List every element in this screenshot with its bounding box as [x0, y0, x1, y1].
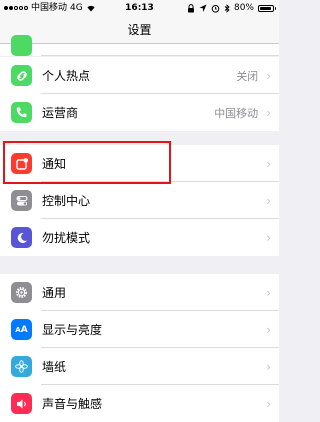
battery-icon: [258, 4, 276, 12]
lock-rotation-icon: [187, 3, 194, 12]
control-center-icon: [11, 190, 32, 211]
chevron-right-icon: ›: [266, 193, 271, 208]
phone-icon: [11, 102, 32, 123]
chevron-right-icon: ›: [266, 68, 271, 83]
settings-row-label: 运营商: [42, 106, 79, 120]
settings-row-sounds[interactable]: 声音与触感 ›: [0, 385, 279, 422]
settings-row-label: 墙纸: [42, 360, 67, 374]
settings-row-display[interactable]: AA 显示与亮度 ›: [0, 311, 279, 348]
partial-settings-row[interactable]: [0, 35, 279, 56]
gear-icon: [11, 282, 32, 303]
settings-row-label: 显示与亮度: [42, 323, 103, 337]
settings-row-do-not-disturb[interactable]: 勿扰模式 ›: [0, 219, 279, 256]
alarm-icon: [211, 4, 220, 13]
status-bar: 中国移动 4G 16:13 80%: [0, 0, 279, 16]
settings-row-carrier[interactable]: 运营商 中国移动 ›: [0, 94, 279, 131]
chevron-right-icon: ›: [266, 359, 271, 374]
settings-row-control-center[interactable]: 控制中心 ›: [0, 182, 279, 219]
moon-icon: [11, 227, 32, 248]
settings-row-label: 声音与触感: [42, 397, 103, 411]
chevron-right-icon: ›: [266, 285, 271, 300]
settings-row-hotspot[interactable]: 个人热点 关闭 ›: [0, 57, 279, 94]
settings-row-label: 通用: [42, 286, 67, 300]
highlight-box: [3, 141, 171, 184]
page-title: 设置: [127, 23, 152, 37]
settings-row-label: 个人热点: [42, 69, 91, 83]
settings-row-general[interactable]: 通用 ›: [0, 274, 279, 311]
chevron-right-icon: ›: [266, 322, 271, 337]
chevron-right-icon: ›: [266, 105, 271, 120]
bluetooth-icon: [224, 3, 230, 13]
settings-row-value: 中国移动: [214, 106, 259, 120]
chevron-right-icon: ›: [266, 396, 271, 411]
settings-row-label: 控制中心: [42, 194, 91, 208]
sound-icon: [11, 393, 32, 414]
display-icon: AA: [11, 319, 32, 340]
chevron-right-icon: ›: [266, 230, 271, 245]
wallpaper-icon: [11, 356, 32, 377]
settings-row-value: 关闭: [236, 69, 259, 83]
battery-percent: 80%: [233, 3, 254, 13]
partial-row-icon: [11, 35, 32, 56]
nav-bar: 设置: [0, 16, 279, 44]
chevron-right-icon: ›: [266, 156, 271, 171]
status-right: 80%: [187, 0, 276, 16]
settings-row-label: 勿扰模式: [42, 231, 91, 245]
settings-row-wallpaper[interactable]: 墙纸 ›: [0, 348, 279, 385]
hotspot-icon: [11, 65, 32, 86]
location-icon: [199, 4, 207, 12]
